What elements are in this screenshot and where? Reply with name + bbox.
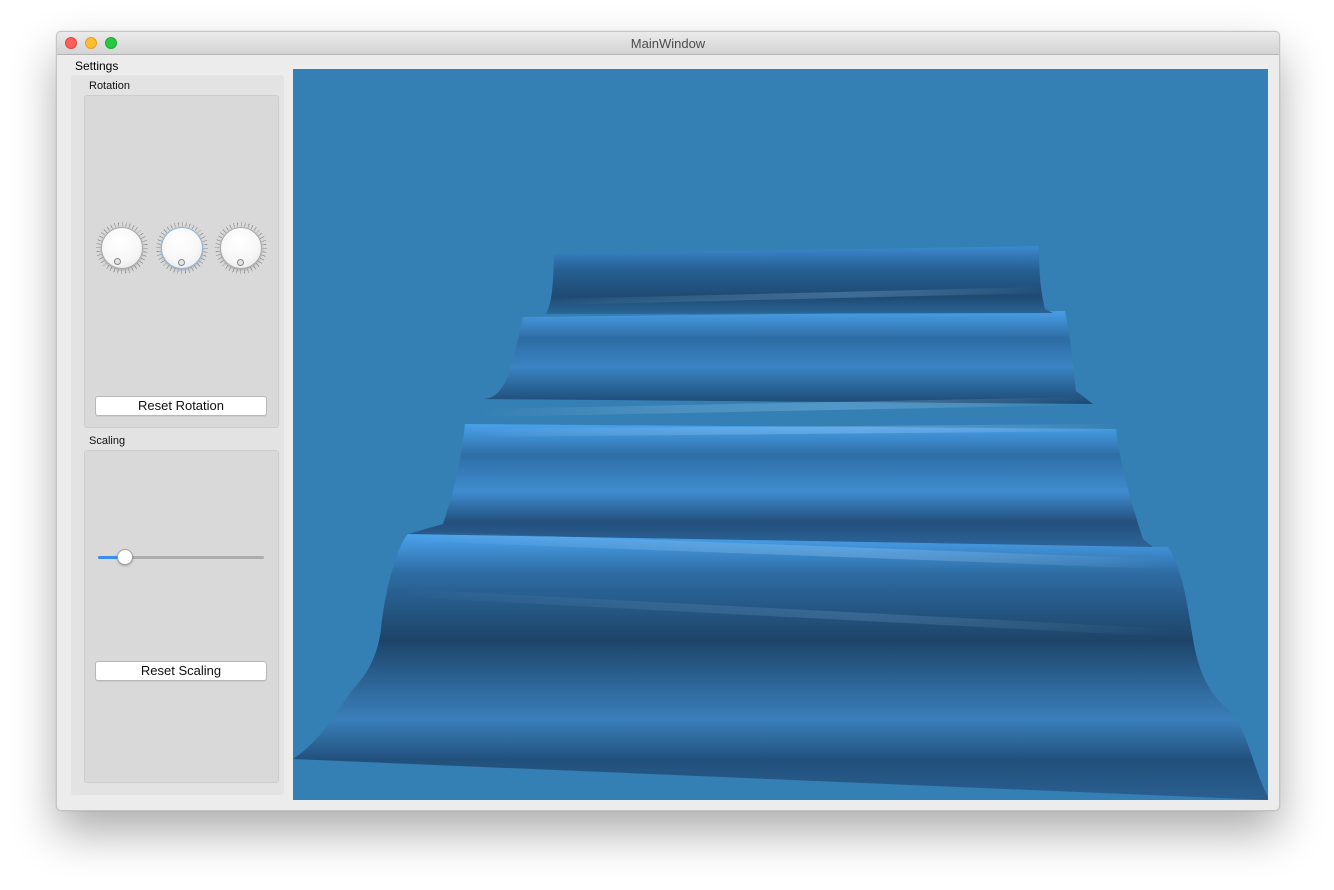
- rotation-group-label: Rotation: [89, 80, 130, 92]
- surface-tier-3: [408, 424, 1153, 547]
- main-window: MainWindow Settings Rotation Reset Rotat…: [56, 31, 1280, 811]
- title-bar: MainWindow: [57, 32, 1279, 55]
- dial-indicator: [178, 259, 185, 266]
- wave-surface-render: [293, 246, 1268, 800]
- settings-dock: Rotation Reset Rotation Scaling Reset Sc…: [71, 75, 284, 795]
- dial-indicator: [114, 258, 121, 265]
- dial-knob: [101, 227, 143, 269]
- opengl-viewport[interactable]: [293, 69, 1268, 800]
- surface-tier-2: [475, 311, 1093, 404]
- window-title: MainWindow: [630, 36, 706, 51]
- scale-slider[interactable]: [98, 549, 264, 565]
- scale-slider-handle[interactable]: [117, 549, 133, 565]
- dial-indicator: [237, 259, 244, 266]
- z-rotation-dial[interactable]: [215, 222, 267, 274]
- rotation-group: Reset Rotation: [84, 95, 279, 428]
- scaling-group-label: Scaling: [89, 435, 126, 447]
- surface-tier-4: [293, 534, 1268, 800]
- surface-tier-1: [546, 246, 1053, 314]
- scaling-group: Reset Scaling: [84, 450, 279, 783]
- x-rotation-dial[interactable]: [96, 222, 148, 274]
- reset-scaling-button[interactable]: Reset Scaling: [95, 661, 267, 681]
- settings-dock-title[interactable]: Settings: [75, 59, 118, 73]
- reset-rotation-button[interactable]: Reset Rotation: [95, 396, 267, 416]
- y-rotation-dial[interactable]: [156, 222, 208, 274]
